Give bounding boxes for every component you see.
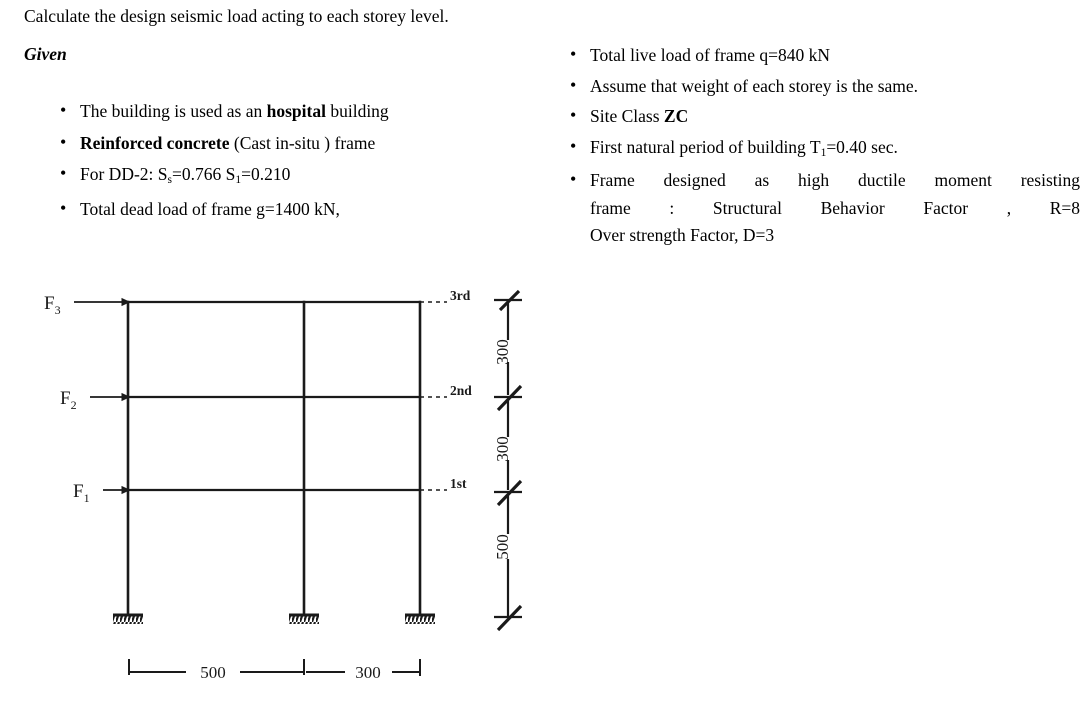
list-item: Assume that weight of each storey is the…	[570, 72, 1080, 101]
storey-label-3rd: 3rd	[450, 288, 471, 303]
list-item-line: Frame designed as high ductile moment re…	[590, 170, 1080, 190]
bullet-list-left: The building is used as an hospital buil…	[30, 97, 530, 224]
list-item-line: Over strength Factor, D=3	[590, 225, 775, 245]
horizontal-dim-label-2: 300	[355, 663, 381, 682]
bullet-list-right: Total live load of frame q=840 kN Assume…	[540, 41, 1080, 250]
list-item: Reinforced concrete (Cast in-situ ) fram…	[60, 129, 530, 158]
list-item: First natural period of building T1=0.40…	[570, 133, 1080, 165]
list-item: The building is used as an hospital buil…	[60, 97, 530, 126]
list-item-line: frame : Structural Behavior Factor , R=8	[590, 197, 1080, 218]
page-title: Calculate the design seismic load acting…	[24, 6, 449, 26]
storey-label-1st: 1st	[450, 476, 467, 491]
support-left	[113, 613, 143, 624]
storey-label-2nd: 2nd	[450, 383, 472, 398]
horizontal-dim-label-1: 500	[200, 663, 226, 682]
supports	[113, 613, 435, 624]
support-middle	[289, 613, 319, 624]
list-item: Site Class ZC	[570, 102, 1080, 131]
force-label-f2: F2	[60, 388, 77, 412]
support-right	[405, 613, 435, 624]
frame-structure-diagram: F3 F2 F1 3rd 2nd 1st 300 300 500 500 300	[0, 262, 600, 717]
given-list-left: The building is used as an hospital buil…	[30, 97, 530, 227]
vertical-dim-label-1: 300	[493, 339, 512, 365]
frame-beams	[126, 300, 422, 492]
list-item: Total dead load of frame g=1400 kN,	[60, 195, 530, 224]
storey-leader-lines	[420, 301, 447, 491]
frame-columns	[126, 300, 422, 617]
vertical-dim-label-3: 500	[493, 534, 512, 560]
list-item: Total live load of frame q=840 kN	[570, 41, 1080, 70]
force-label-f1: F1	[73, 481, 90, 505]
force-label-f3: F3	[44, 293, 61, 317]
force-arrows	[74, 297, 131, 495]
given-list-right: Total live load of frame q=840 kN Assume…	[540, 41, 1080, 253]
list-item: Frame designed as high ductile moment re…	[570, 166, 1080, 250]
list-item: For DD-2: Ss=0.766 S1=0.210	[60, 160, 530, 192]
given-heading: Given	[24, 44, 67, 64]
vertical-dim-label-2: 300	[493, 436, 512, 462]
